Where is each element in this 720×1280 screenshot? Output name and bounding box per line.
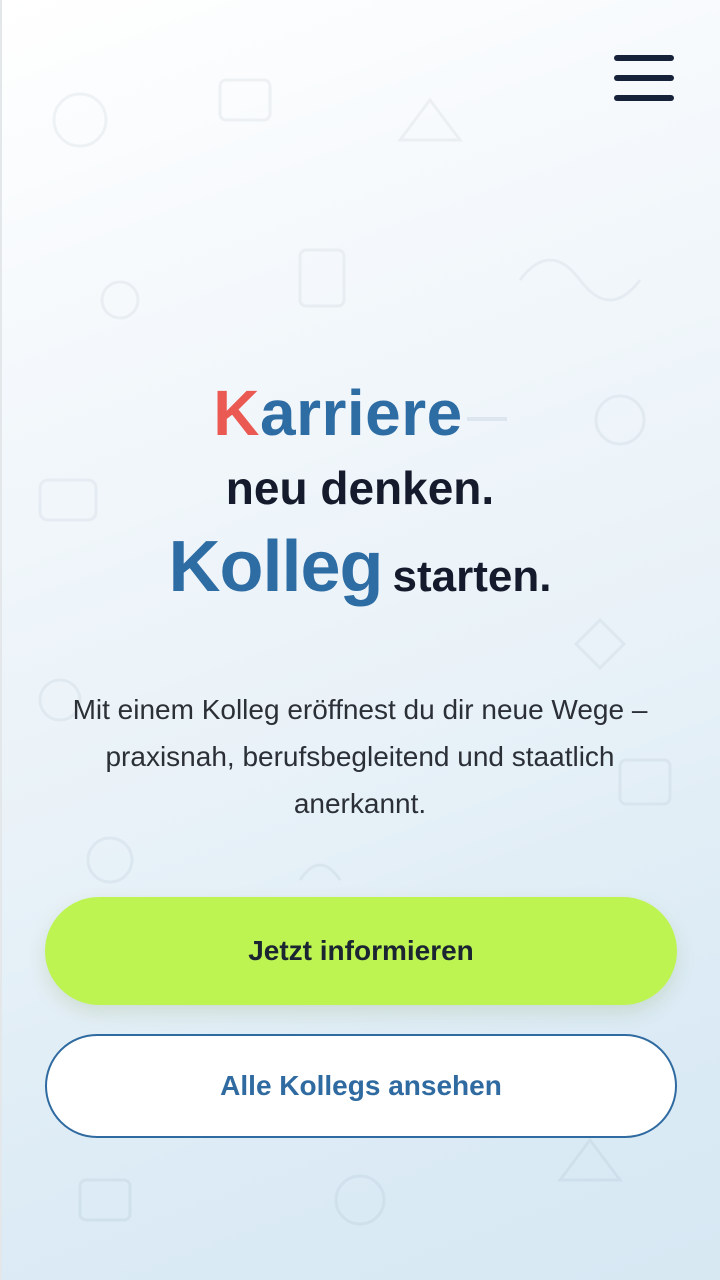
alle-kollegs-ansehen-button[interactable]: Alle Kollegs ansehen [45, 1034, 677, 1138]
headline-kolleg: Kolleg [168, 527, 384, 607]
headline-karriere: Karriere [0, 370, 720, 456]
headline-kolleg-starten: Kolleg starten. [0, 526, 720, 628]
hamburger-menu-icon [614, 55, 674, 61]
left-edge-rule [0, 0, 2, 1280]
hamburger-menu-icon-bar [614, 75, 674, 81]
headline-neu-denken: neu denken. [225, 462, 495, 514]
typing-cursor [466, 417, 507, 421]
menu-button[interactable] [612, 50, 676, 106]
headline-karriere-rest: arriere [259, 377, 463, 449]
headline-starten: starten. [392, 552, 552, 601]
headline-karriere-initial: K [213, 377, 260, 449]
hero-section: Karriere neu denken. Kolleg starten. [0, 370, 720, 628]
hero-description: Mit einem Kolleg eröffnest du dir neue W… [72, 694, 648, 819]
hamburger-menu-icon-bar [614, 95, 674, 101]
jetzt-informieren-button[interactable]: Jetzt informieren [45, 897, 677, 1005]
